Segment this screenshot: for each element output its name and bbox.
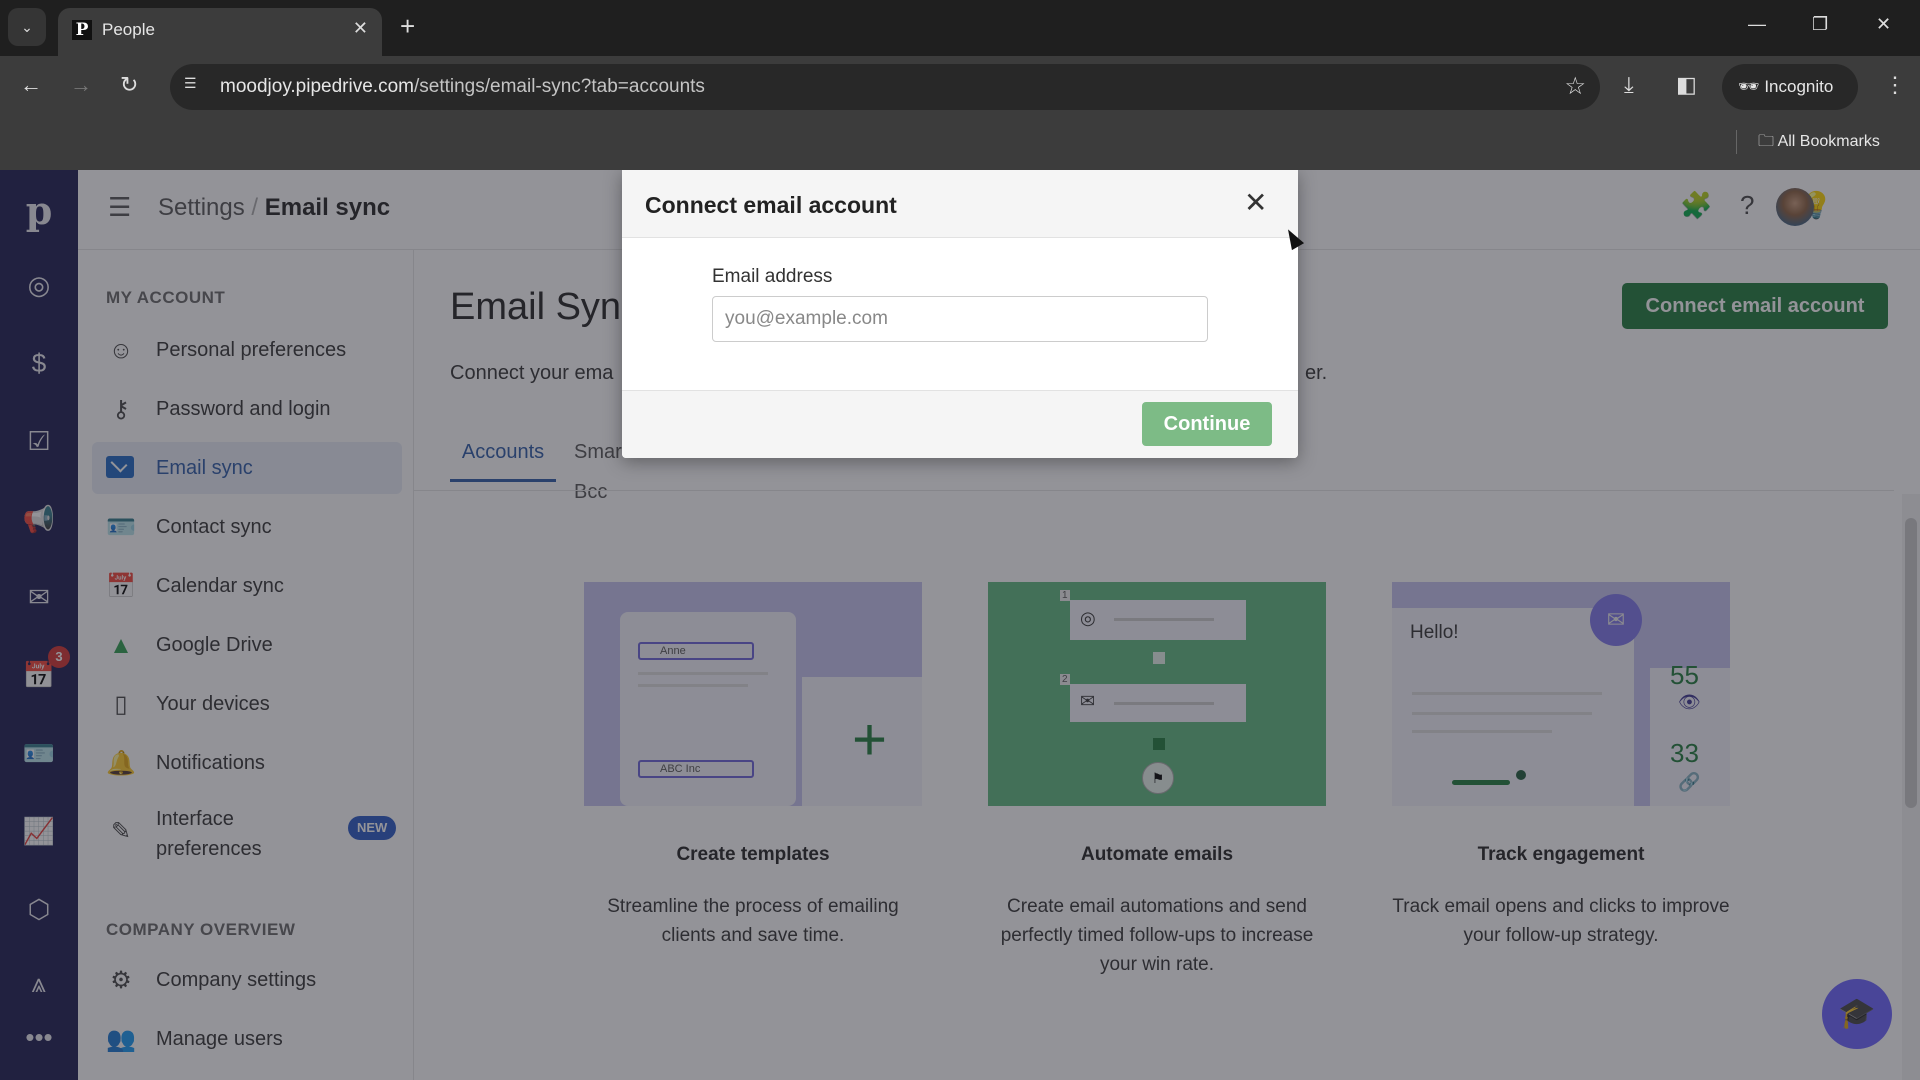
url-host: moodjoy.pipedrive.com xyxy=(220,76,414,97)
url-path: /settings/email-sync?tab=accounts xyxy=(413,76,705,97)
bookmarks-bar: 🗀 All Bookmarks xyxy=(0,120,1920,170)
folder-icon: 🗀 xyxy=(1758,133,1778,150)
all-bookmarks-label: All Bookmarks xyxy=(1777,133,1880,150)
modal-header: Connect email account ✕ xyxy=(622,170,1298,238)
url-text[interactable]: moodjoy.pipedrive.com/settings/email-syn… xyxy=(220,76,705,98)
incognito-indicator[interactable]: 🕶 Incognito xyxy=(1722,64,1858,110)
reload-icon[interactable]: ↻ xyxy=(120,72,138,98)
email-address-label: Email address xyxy=(712,266,833,287)
address-bar[interactable]: ☰ moodjoy.pipedrive.com/settings/email-s… xyxy=(170,64,1600,110)
tab-title: People xyxy=(102,20,155,39)
close-icon[interactable]: ✕ xyxy=(1244,186,1267,219)
window-close-icon[interactable]: ✕ xyxy=(1876,14,1891,35)
restore-icon[interactable]: ❐ xyxy=(1812,14,1828,35)
modal-title: Connect email account xyxy=(645,192,897,218)
pipedrive-app: p ◎ $ ☑ 📢 ✉ 📅 3 🪪 📈 ⬡ ⩓ ••• ☰ Settings /… xyxy=(0,170,1920,1080)
connect-email-modal: Connect email account ✕ Email address Co… xyxy=(622,170,1298,458)
download-icon[interactable]: ⤓ xyxy=(1624,72,1634,98)
tab-search-dropdown[interactable]: ⌄ xyxy=(8,8,46,46)
continue-button[interactable]: Continue xyxy=(1142,402,1272,446)
email-address-input[interactable] xyxy=(712,296,1208,342)
bookmark-star-icon[interactable]: ☆ xyxy=(1564,72,1586,101)
browser-tab-bar: ⌄ P People ✕ + — ❐ ✕ xyxy=(0,0,1920,56)
back-icon[interactable]: ← xyxy=(20,72,42,98)
browser-tab[interactable]: P People ✕ xyxy=(58,8,382,56)
all-bookmarks-button[interactable]: 🗀 All Bookmarks xyxy=(1758,130,1880,157)
incognito-label: Incognito xyxy=(1764,77,1834,96)
side-panel-icon[interactable]: ◧ xyxy=(1676,72,1697,98)
incognito-icon: 🕶 xyxy=(1738,77,1765,96)
minimize-icon[interactable]: — xyxy=(1748,14,1766,35)
browser-toolbar: ← → ↻ ☰ moodjoy.pipedrive.com/settings/e… xyxy=(0,56,1920,120)
site-info-icon[interactable]: ☰ xyxy=(184,75,208,99)
pipedrive-favicon-icon: P xyxy=(72,20,92,40)
new-tab-button[interactable]: + xyxy=(400,12,415,40)
bookmarks-divider xyxy=(1736,130,1737,154)
tab-close-icon[interactable]: ✕ xyxy=(353,18,368,39)
modal-footer: Continue xyxy=(622,390,1298,458)
browser-menu-icon[interactable]: ⋮ xyxy=(1884,72,1906,98)
forward-icon[interactable]: → xyxy=(70,72,92,98)
